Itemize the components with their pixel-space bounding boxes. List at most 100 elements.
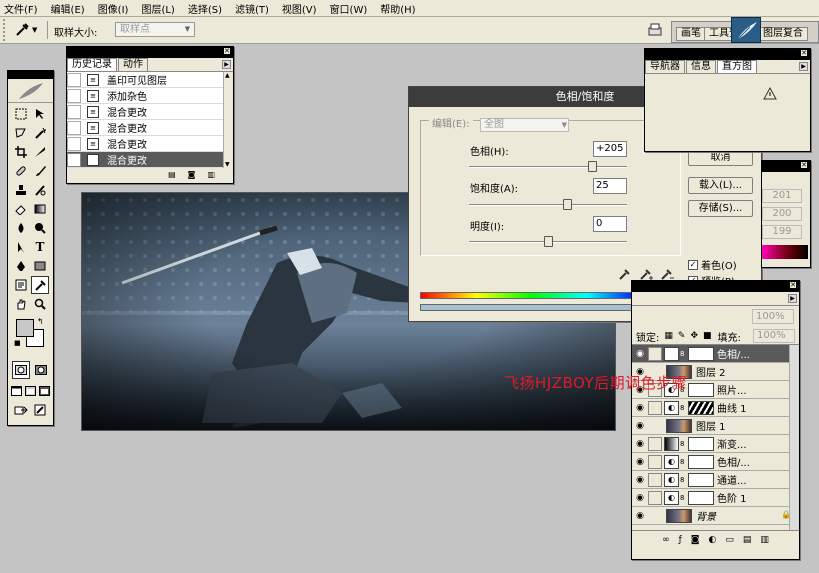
brush-tool[interactable] (31, 162, 49, 180)
snapshot-camera-icon[interactable]: ◙ (188, 170, 196, 179)
layer-mask-icon[interactable]: ◙ (691, 535, 700, 545)
edit-in-imageready-button[interactable] (32, 401, 50, 419)
magic-wand-tool[interactable] (31, 124, 49, 142)
history-source-checkbox[interactable] (67, 88, 81, 103)
file-browser-button[interactable] (645, 20, 665, 40)
menu-file[interactable]: 文件(F) (4, 1, 38, 16)
foreground-color-swatch[interactable] (16, 319, 34, 337)
eyedropper-minus-icon[interactable] (660, 267, 674, 281)
standard-mode-button[interactable] (12, 361, 30, 379)
notes-tool[interactable] (12, 276, 30, 294)
quick-mask-button[interactable] (32, 361, 50, 379)
saturation-slider-track[interactable] (469, 204, 627, 206)
history-scrollbar[interactable]: ▲ ▼ (223, 72, 233, 168)
dock-tab-brushes[interactable]: 画笔 (676, 27, 706, 41)
history-brush-tool[interactable] (31, 181, 49, 199)
trash-icon[interactable]: ▥ (207, 170, 215, 179)
color-ramp[interactable] (762, 245, 808, 259)
lock-all-icon[interactable]: ■ (703, 331, 712, 341)
menu-image[interactable]: 图像(I) (98, 1, 129, 16)
screen-mode-full[interactable] (37, 382, 51, 400)
visibility-eye-icon[interactable]: ◉ (632, 493, 648, 503)
menu-edit[interactable]: 编辑(E) (51, 1, 85, 16)
eraser-tool[interactable] (12, 200, 30, 218)
colorize-option[interactable]: ✓ 着色(O) (688, 257, 737, 272)
hue-slider-track[interactable] (469, 166, 627, 168)
new-fill-adjustment-icon[interactable]: ◐ (709, 535, 717, 545)
saturation-slider-thumb[interactable] (562, 199, 572, 210)
new-document-from-state-icon[interactable]: ▤ (168, 170, 176, 179)
visibility-eye-icon[interactable]: ◉ (632, 421, 648, 431)
sample-size-select[interactable]: 取样点 ▼ (115, 22, 195, 37)
zoom-tool[interactable] (31, 295, 49, 313)
close-icon[interactable]: ✕ (800, 161, 808, 169)
colorize-checkbox[interactable]: ✓ (688, 259, 698, 270)
visibility-eye-icon[interactable]: ◉ (632, 349, 648, 359)
layer-row-selected[interactable]: ◉ ◐ 8 色相/... (632, 345, 799, 363)
history-item-selected[interactable]: ≡ 混合更改 (67, 152, 233, 168)
move-tool[interactable] (31, 105, 49, 123)
lock-transparency-icon[interactable]: ▦ (664, 331, 673, 341)
lightness-input[interactable]: 0 (593, 216, 627, 232)
visibility-eye-icon[interactable]: ◉ (632, 457, 648, 467)
saturation-input[interactable]: 25 (593, 178, 627, 194)
marquee-tool[interactable] (12, 105, 30, 123)
mask-link-icon[interactable]: 8 (680, 458, 688, 466)
lightness-slider-thumb[interactable] (544, 236, 553, 247)
menu-help[interactable]: 帮助(H) (380, 1, 415, 16)
dock-tab-layer-comps[interactable]: 图层复合 (758, 27, 808, 41)
history-item[interactable]: ≡ 混合更改 (67, 104, 233, 120)
visibility-eye-icon[interactable]: ◉ (632, 511, 648, 521)
menu-select[interactable]: 选择(S) (188, 1, 222, 16)
visibility-eye-icon[interactable]: ◉ (632, 439, 648, 449)
menu-filter[interactable]: 滤镜(T) (235, 1, 269, 16)
screen-mode-standard[interactable] (9, 382, 23, 400)
tab-actions[interactable]: 动作 (118, 58, 148, 71)
save-button[interactable]: 存储(S)... (688, 200, 753, 217)
hue-input[interactable]: +205 (593, 141, 627, 157)
lock-position-icon[interactable]: ✥ (690, 331, 698, 341)
layer-row[interactable]: ◉ ◐ 8 曲线 1 (632, 399, 799, 417)
layer-row[interactable]: ◉ ◐ 8 色阶 1 (632, 489, 799, 507)
layer-row[interactable]: ◉ ◐ 8 通道... (632, 471, 799, 489)
load-button[interactable]: 载入(L)... (688, 177, 753, 194)
mask-link-icon[interactable]: 8 (680, 404, 688, 412)
healing-brush-tool[interactable] (12, 162, 30, 180)
hand-tool[interactable] (12, 295, 30, 313)
dodge-tool[interactable] (31, 219, 49, 237)
tab-histogram[interactable]: 直方图 (717, 60, 757, 73)
eyedropper-tool[interactable] (31, 276, 49, 294)
layer-link-box[interactable] (648, 346, 662, 361)
menu-layer[interactable]: 图层(L) (141, 1, 174, 16)
mask-link-icon[interactable]: 8 (680, 350, 688, 358)
history-item[interactable]: ≡ 盖印可见图层 (67, 72, 233, 88)
histogram-warning-icon[interactable] (763, 86, 777, 101)
edit-range-select[interactable]: 全图 ▼ (480, 118, 569, 132)
shape-tool[interactable] (31, 257, 49, 275)
visibility-eye-icon[interactable]: ◉ (632, 475, 648, 485)
mask-link-icon[interactable]: 8 (680, 494, 688, 502)
path-selection-tool[interactable] (12, 238, 30, 256)
history-source-checkbox[interactable] (67, 120, 81, 135)
eyedropper-icon[interactable] (618, 267, 632, 281)
swap-colors-icon[interactable]: ↰ (37, 317, 44, 326)
new-layer-icon[interactable]: ▤ (743, 535, 752, 545)
opacity-input[interactable]: 100% (752, 309, 794, 324)
green-value[interactable]: 200 (762, 207, 802, 221)
history-source-checkbox[interactable] (67, 72, 81, 87)
layer-link-box[interactable] (648, 400, 662, 415)
layers-titlebar[interactable]: ✕ (632, 281, 799, 292)
new-group-icon[interactable]: ▭ (725, 535, 734, 545)
blur-tool[interactable] (12, 219, 30, 237)
crop-tool[interactable] (12, 143, 30, 161)
layer-row[interactable]: ◉ 背景 🔒 (632, 507, 799, 525)
layers-scrollbar[interactable] (789, 345, 799, 530)
menu-view[interactable]: 视图(V) (282, 1, 317, 16)
close-icon[interactable]: ✕ (223, 47, 231, 55)
fill-input[interactable]: 100% (753, 329, 795, 343)
trash-icon[interactable]: ▥ (760, 535, 769, 545)
history-titlebar[interactable]: ✕ (67, 47, 233, 58)
layer-link-box[interactable] (648, 454, 662, 469)
history-item[interactable]: ≡ 添加杂色 (67, 88, 233, 104)
palette-menu-icon[interactable]: ▶ (222, 60, 231, 69)
